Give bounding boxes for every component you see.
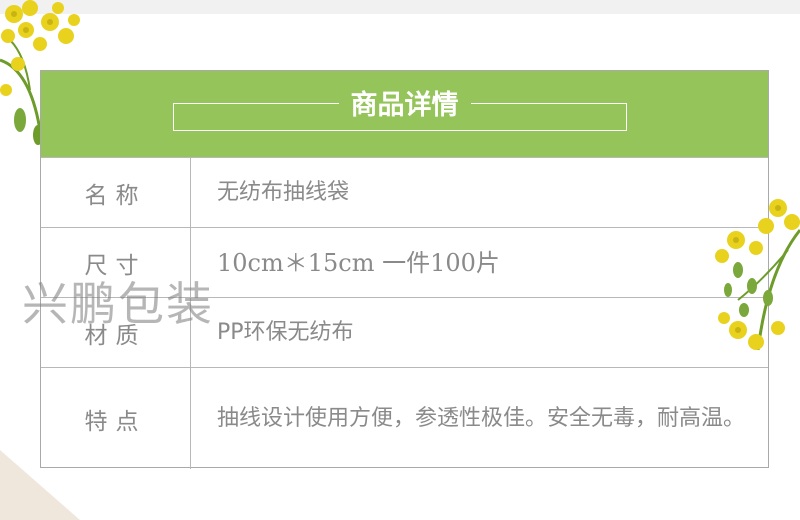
row-label: 材质 (41, 298, 191, 367)
panel-title: 商品详情 (338, 87, 471, 125)
row-value: 抽线设计使用方便，参透性极佳。安全无毒，耐高温。 (217, 405, 746, 431)
panel-header: 商品详情 (41, 71, 768, 157)
row-features: 特点 抽线设计使用方便，参透性极佳。安全无毒，耐高温。 (41, 367, 768, 469)
row-label: 尺寸 (41, 228, 191, 297)
top-band (0, 0, 800, 14)
row-label: 名称 (41, 158, 191, 227)
row-label: 特点 (41, 368, 191, 469)
flower-decoration-right (715, 199, 800, 351)
row-value: PP环保无纺布 (217, 319, 354, 345)
row-name: 名称 无纺布抽线袋 (41, 157, 768, 227)
row-size: 尺寸 10cm＊15cm 一件100片 (41, 227, 768, 297)
row-value: 10cm＊15cm 一件100片 (217, 248, 500, 277)
product-details-panel: 商品详情 名称 无纺布抽线袋 尺寸 10cm＊15cm 一件100片 材质 PP… (40, 70, 769, 469)
row-value: 无纺布抽线袋 (217, 179, 350, 205)
row-material: 材质 PP环保无纺布 (41, 297, 768, 367)
